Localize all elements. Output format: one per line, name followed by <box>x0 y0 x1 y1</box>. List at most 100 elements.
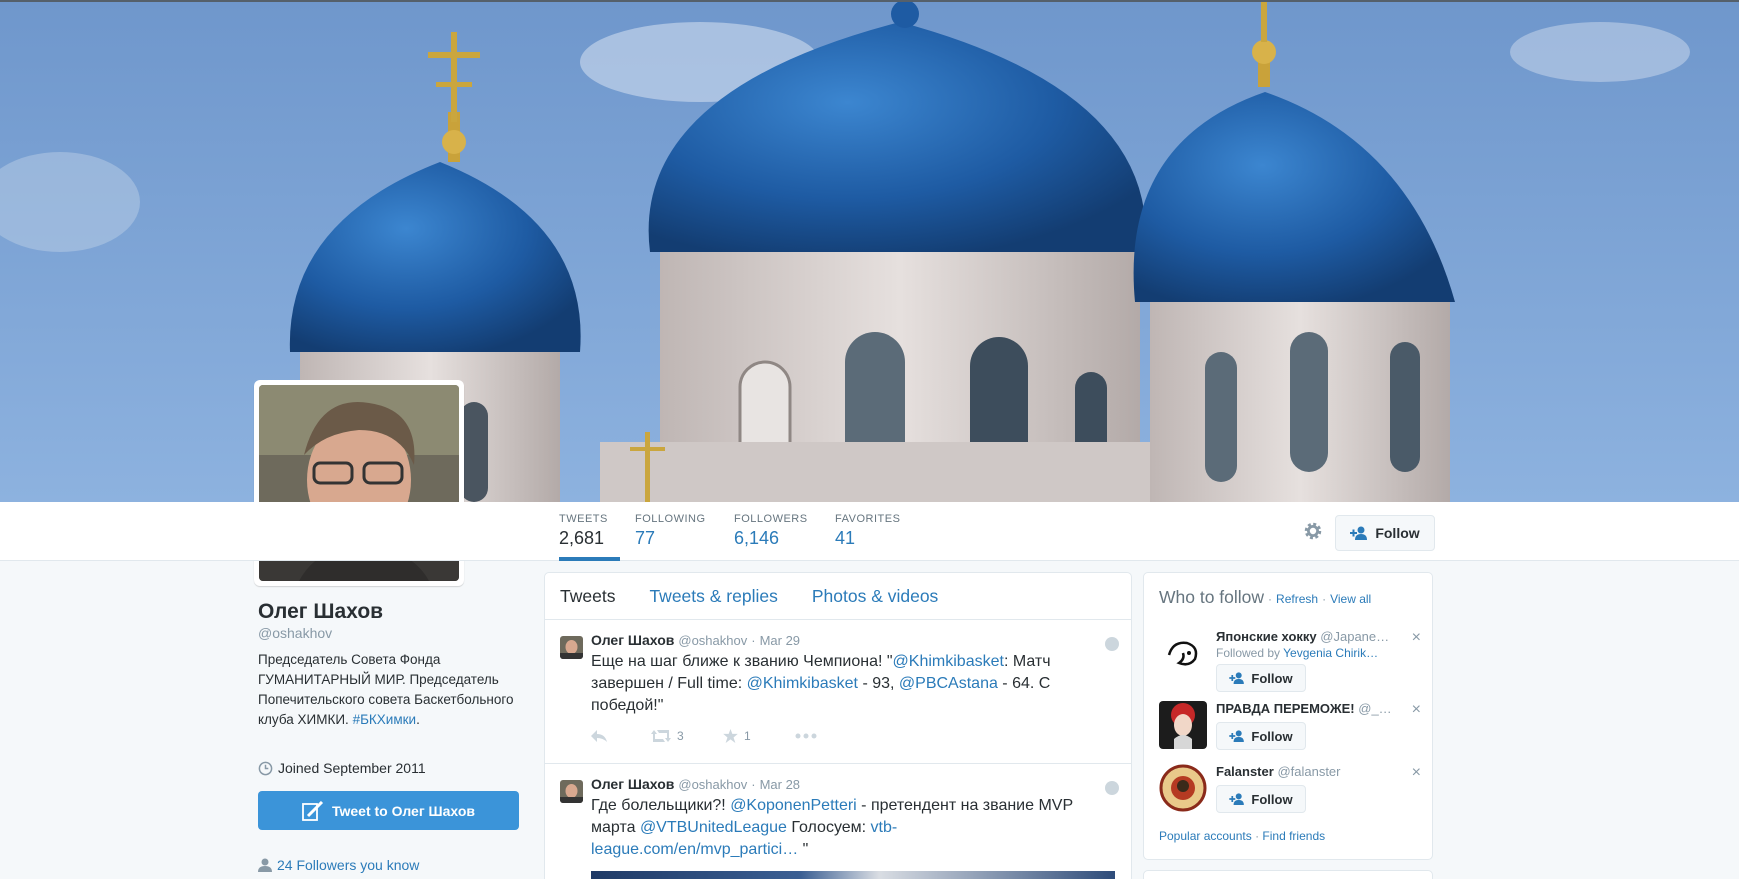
separator-dot: · <box>1268 592 1273 606</box>
stat-favorites-value: 41 <box>835 528 856 548</box>
suggestion-follow-button[interactable]: Follow <box>1216 664 1306 692</box>
follow-button[interactable]: Follow <box>1335 515 1435 551</box>
who-to-follow-footer: Popular accounts · Find friends <box>1159 829 1325 843</box>
tweet-handle[interactable]: @oshakhov <box>678 777 747 792</box>
secondary-module <box>1143 870 1433 879</box>
dismiss-icon[interactable]: × <box>1412 764 1421 782</box>
view-all-link[interactable]: View all <box>1330 592 1371 606</box>
tweet-sep: · <box>751 633 756 648</box>
quill-icon <box>302 800 324 821</box>
reply-icon <box>591 730 607 742</box>
followers-you-know[interactable]: 24 Followers you know <box>258 857 419 873</box>
separator-dot: · <box>1322 592 1327 606</box>
suggestion-item: ПРАВДА ПЕРЕМОЖЕ! @_… × Follow <box>1159 701 1421 761</box>
stat-following[interactable]: FOLLOWING 77 <box>635 513 706 561</box>
followed-by-link[interactable]: Yevgenia Chirik… <box>1283 646 1378 660</box>
tweet-text-part: - 93, <box>858 675 899 692</box>
suggestion-follow-button[interactable]: Follow <box>1216 722 1306 750</box>
gear-icon[interactable] <box>1302 520 1324 542</box>
tweet-to-button[interactable]: Tweet to Олег Шахов <box>258 791 519 830</box>
followers-you-know-link[interactable]: 24 Followers you know <box>277 857 419 873</box>
stat-favorites[interactable]: FAVORITES 41 <box>835 513 900 561</box>
stat-followers-label: FOLLOWERS <box>734 513 808 525</box>
stat-following-value: 77 <box>635 528 656 548</box>
tweet-media-image[interactable] <box>591 871 1115 879</box>
add-user-icon <box>1229 730 1245 742</box>
suggestion-display-name: Falanster <box>1216 764 1274 779</box>
tweet-text-part: Еще на шаг ближе к званию Чемпиона! " <box>591 653 893 670</box>
favorite-count: 1 <box>744 729 751 743</box>
retweet-button[interactable]: 3 <box>651 729 723 743</box>
suggestion-display-name: ПРАВДА ПЕРЕМОЖЕ! <box>1216 701 1355 716</box>
tweet[interactable]: Олег Шахов @oshakhov · Mar 29 Еще на шаг… <box>545 620 1131 764</box>
dismiss-icon[interactable]: × <box>1412 629 1421 647</box>
tweet[interactable]: Олег Шахов @oshakhov · Mar 28 Где болель… <box>545 764 1131 879</box>
add-user-icon <box>1229 672 1245 684</box>
suggestion-follow-button[interactable]: Follow <box>1216 785 1306 813</box>
tweet-actions: 3 1 <box>591 717 1116 755</box>
reply-button[interactable] <box>591 730 651 742</box>
stat-followers[interactable]: FOLLOWERS 6,146 <box>734 513 808 561</box>
add-user-icon <box>1350 526 1368 540</box>
tweet-header: Олег Шахов @oshakhov · Mar 29 <box>591 632 1116 648</box>
tweet-mention[interactable]: @Khimkibasket <box>747 675 858 692</box>
favorite-button[interactable]: 1 <box>723 729 795 743</box>
tweet-text-part: Голосуем: <box>786 819 871 836</box>
profile-handle: @oshakhov <box>258 625 333 641</box>
globe-icon <box>1105 781 1119 795</box>
profile-joined: Joined September 2011 <box>258 760 426 776</box>
profile-bio-end: . <box>416 712 420 727</box>
tab-photos-videos[interactable]: Photos & videos <box>812 586 938 607</box>
suggestion-avatar[interactable] <box>1159 701 1207 749</box>
suggestion-handle: @_… <box>1358 701 1392 716</box>
tweet-text-part: Где болельщики?! <box>591 797 731 814</box>
dismiss-icon[interactable]: × <box>1412 701 1421 719</box>
tweet-author[interactable]: Олег Шахов <box>591 632 674 648</box>
tweet-sep: · <box>751 777 756 792</box>
tweet-text-part: " <box>798 841 809 858</box>
followed-by-label: Followed by <box>1216 646 1281 660</box>
clock-icon <box>258 761 273 775</box>
tweet-date[interactable]: Mar 29 <box>760 633 800 648</box>
suggestion-follow-label: Follow <box>1251 728 1293 744</box>
retweet-count: 3 <box>677 729 684 743</box>
more-button[interactable] <box>795 733 855 739</box>
tweet-mention[interactable]: @Khimkibasket <box>893 653 1004 670</box>
tweet-date[interactable]: Mar 28 <box>760 777 800 792</box>
tweet-handle[interactable]: @oshakhov <box>678 633 747 648</box>
tweet-text: Где болельщики?! @KoponenPetteri - прете… <box>591 795 1091 861</box>
stat-tweets-value: 2,681 <box>559 528 605 548</box>
refresh-link[interactable]: Refresh <box>1276 592 1318 606</box>
stat-followers-value: 6,146 <box>734 528 780 548</box>
profile-bio-hashtag[interactable]: #БКХимки <box>353 712 417 727</box>
tweet-mention[interactable]: @VTBUnitedLeague <box>640 819 787 836</box>
tweet-avatar[interactable] <box>560 636 583 659</box>
suggestion-avatar[interactable] <box>1159 629 1207 677</box>
who-to-follow-header: Who to follow · Refresh · View all <box>1159 587 1371 608</box>
tweet-header: Олег Шахов @oshakhov · Mar 28 <box>591 776 1116 792</box>
follow-button-label: Follow <box>1375 525 1420 541</box>
separator-dot: · <box>1255 829 1260 843</box>
profile-bio: Председатель Совета Фонда ГУМАНИТАРНЫЙ М… <box>258 650 523 730</box>
suggestion-name[interactable]: Японские хокку @Japane… <box>1216 629 1389 644</box>
timeline-tabs: Tweets Tweets & replies Photos & videos <box>545 573 1131 620</box>
suggestion-avatar[interactable] <box>1159 764 1207 812</box>
tweet-avatar[interactable] <box>560 780 583 803</box>
more-icon <box>795 733 817 739</box>
suggestion-context: Followed by Yevgenia Chirik… <box>1216 646 1378 660</box>
tweet-mention[interactable]: @PBCAstana <box>899 675 998 692</box>
suggestion-name[interactable]: ПРАВДА ПЕРЕМОЖЕ! @_… <box>1216 701 1392 716</box>
retweet-icon <box>651 730 671 742</box>
tab-tweets-replies[interactable]: Tweets & replies <box>649 586 777 607</box>
star-icon <box>723 729 738 743</box>
stat-tweets[interactable]: TWEETS 2,681 <box>559 513 620 561</box>
popular-accounts-link[interactable]: Popular accounts <box>1159 829 1252 843</box>
suggestion-item: Японские хокку @Japane… Followed by Yevg… <box>1159 629 1421 692</box>
tweet-author[interactable]: Олег Шахов <box>591 776 674 792</box>
suggestion-item: Falanster @falanster × Follow <box>1159 764 1421 824</box>
find-friends-link[interactable]: Find friends <box>1262 829 1325 843</box>
suggestion-name[interactable]: Falanster @falanster <box>1216 764 1341 779</box>
tab-tweets[interactable]: Tweets <box>560 586 615 607</box>
tweet-mention[interactable]: @KoponenPetteri <box>730 797 857 814</box>
suggestion-display-name: Японские хокку <box>1216 629 1317 644</box>
